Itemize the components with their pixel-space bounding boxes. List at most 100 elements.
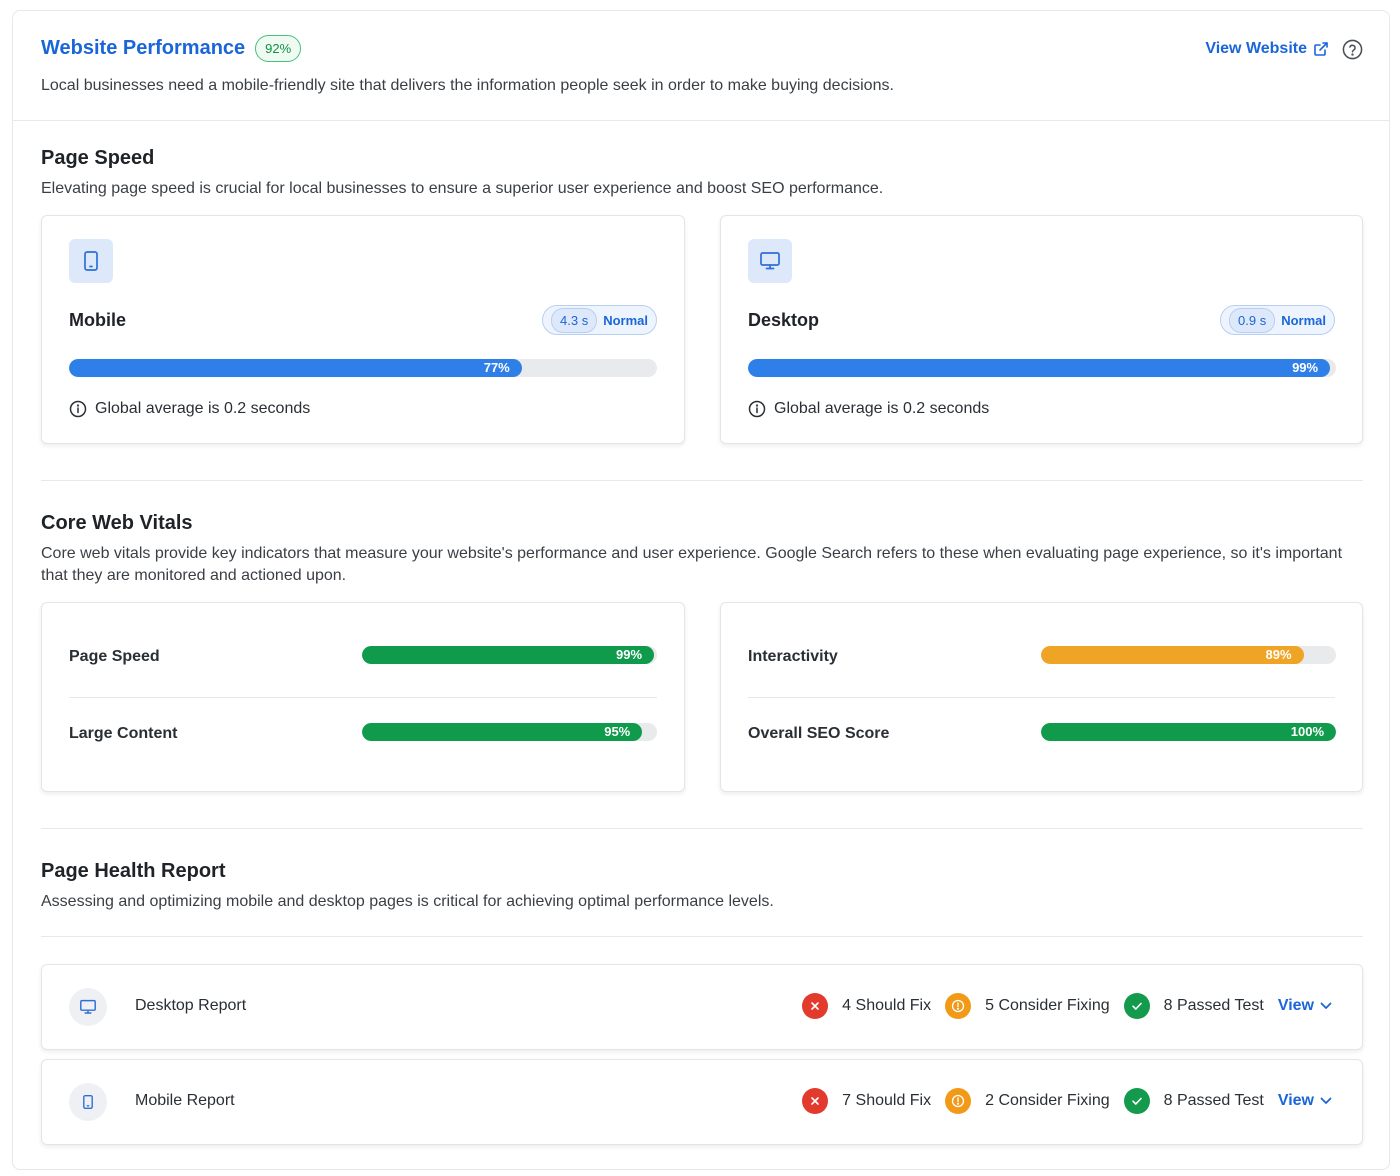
desktop-report-stats: 4 Should Fix 5 Consider Fixing 8 Passed …: [788, 993, 1332, 1019]
check-icon: [1123, 993, 1150, 1019]
page-speed-section: Page Speed Elevating page speed is cruci…: [41, 147, 1363, 200]
section-divider: [41, 480, 1363, 481]
consider-fixing-stat: 5 Consider Fixing: [945, 993, 1110, 1019]
vital-bar-fill: 89%: [1041, 646, 1304, 664]
error-x-icon: [802, 993, 829, 1019]
passed-test-count: 8 Passed Test: [1163, 1092, 1264, 1109]
vital-percent: 99%: [616, 647, 643, 662]
section-divider: [41, 936, 1363, 937]
website-performance-panel: Website Performance 92% Local businesses…: [12, 10, 1390, 1170]
vital-bar-fill: 95%: [362, 723, 643, 741]
page-health-section: Page Health Report Assessing and optimiz…: [41, 860, 1363, 913]
page-speed-title: Page Speed: [41, 147, 155, 169]
desktop-speed-bar: 99%: [748, 359, 1336, 377]
vital-percent: 89%: [1265, 647, 1292, 662]
mobile-phone-icon: [84, 251, 98, 271]
vitals-card-left: Page Speed 99% Large Content 95%: [41, 602, 685, 792]
mobile-speed-status: Normal: [603, 312, 648, 328]
mobile-speed-percent: 77%: [483, 360, 510, 375]
help-icon[interactable]: [1341, 38, 1363, 60]
passed-test-stat: 8 Passed Test: [1123, 993, 1264, 1019]
desktop-report-row: Desktop Report 4 Should Fix 5 Consider F…: [41, 964, 1363, 1050]
mobile-phone-icon: [83, 1095, 93, 1109]
passed-test-count: 8 Passed Test: [1163, 997, 1264, 1014]
vital-percent: 95%: [604, 724, 631, 739]
mobile-global-note: Global average is 0.2 seconds: [69, 400, 310, 418]
view-website-link[interactable]: View Website: [1205, 40, 1329, 58]
chevron-down-icon: [1320, 1097, 1332, 1104]
external-link-icon: [1314, 42, 1328, 56]
passed-test-stat: 8 Passed Test: [1123, 1088, 1264, 1114]
mobile-global-note-text: Global average is 0.2 seconds: [95, 400, 311, 417]
vital-row-large-content: Large Content 95%: [69, 697, 657, 774]
header-actions: View Website: [1205, 38, 1363, 60]
mobile-speed-card: Mobile 4.3 s Normal 77% Global average i…: [41, 215, 685, 444]
page-subtitle: Local businesses need a mobile-friendly …: [41, 77, 894, 94]
desktop-load-time: 0.9 s: [1229, 307, 1276, 333]
desktop-monitor-icon: [80, 999, 96, 1014]
mobile-load-time: 4.3 s: [551, 307, 598, 333]
vital-percent: 100%: [1290, 724, 1324, 739]
mobile-speed-bar-fill: 77%: [69, 359, 522, 377]
view-website-label: View Website: [1205, 40, 1307, 57]
vital-row-page-speed: Page Speed 99%: [69, 620, 657, 697]
core-web-vitals-description: Core web vitals provide key indicators t…: [41, 545, 1343, 584]
desktop-device-name: Desktop: [748, 310, 820, 330]
score-badge: 92%: [255, 35, 302, 62]
vital-bar: 99%: [362, 646, 657, 664]
view-label: View: [1277, 997, 1314, 1014]
mobile-icon-tile: [69, 239, 113, 283]
page-title: Website Performance: [41, 37, 246, 59]
vital-row-interactivity: Interactivity 89%: [748, 620, 1336, 697]
error-x-icon: [802, 1088, 829, 1114]
mobile-report-stats: 7 Should Fix 2 Consider Fixing 8 Passed …: [788, 1088, 1332, 1114]
should-fix-stat: 7 Should Fix: [802, 1088, 931, 1114]
info-icon: [69, 400, 87, 418]
vital-bar: 100%: [1041, 723, 1336, 741]
mobile-speed-bar: 77%: [69, 359, 657, 377]
desktop-speed-card: Desktop 0.9 s Normal 99% Global average …: [720, 215, 1363, 444]
page-health-description: Assessing and optimizing mobile and desk…: [41, 893, 774, 910]
mobile-report-row: Mobile Report 7 Should Fix 2 Consider Fi…: [41, 1059, 1363, 1145]
consider-fixing-count: 5 Consider Fixing: [985, 997, 1110, 1014]
should-fix-count: 4 Should Fix: [842, 997, 932, 1014]
vital-label: Page Speed: [69, 648, 160, 665]
vital-label: Overall SEO Score: [748, 725, 890, 742]
core-web-vitals-section: Core Web Vitals Core web vitals provide …: [41, 512, 1363, 587]
view-label: View: [1277, 1092, 1314, 1109]
desktop-speed-bar-fill: 99%: [748, 359, 1331, 377]
desktop-icon-tile: [748, 239, 792, 283]
desktop-report-icon: [69, 988, 107, 1026]
mobile-speed-pill: 4.3 s Normal: [542, 305, 657, 335]
warning-icon: [945, 1088, 972, 1114]
vital-bar-fill: 99%: [362, 646, 655, 664]
desktop-speed-status: Normal: [1281, 312, 1326, 328]
vital-bar: 95%: [362, 723, 657, 741]
desktop-report-name: Desktop Report: [135, 997, 247, 1014]
desktop-global-note: Global average is 0.2 seconds: [748, 400, 989, 418]
desktop-global-note-text: Global average is 0.2 seconds: [774, 400, 990, 417]
vitals-card-right: Interactivity 89% Overall SEO Score 100%: [720, 602, 1363, 792]
should-fix-stat: 4 Should Fix: [802, 993, 931, 1019]
vital-label: Large Content: [69, 725, 178, 742]
page-speed-description: Elevating page speed is crucial for loca…: [41, 180, 884, 197]
mobile-report-icon: [69, 1083, 107, 1121]
consider-fixing-count: 2 Consider Fixing: [985, 1092, 1110, 1109]
panel-header: Website Performance 92% Local businesses…: [13, 11, 1389, 121]
section-divider: [41, 828, 1363, 829]
vital-bar: 89%: [1041, 646, 1336, 664]
page-health-title: Page Health Report: [41, 860, 226, 882]
mobile-device-name: Mobile: [69, 310, 126, 330]
mobile-report-view-button[interactable]: View: [1278, 1092, 1332, 1110]
desktop-speed-percent: 99%: [1292, 360, 1319, 375]
desktop-speed-pill: 0.9 s Normal: [1220, 305, 1335, 335]
desktop-monitor-icon: [760, 252, 780, 270]
vital-label: Interactivity: [748, 648, 838, 665]
check-icon: [1123, 1088, 1150, 1114]
title-row: Website Performance 92%: [41, 35, 302, 62]
should-fix-count: 7 Should Fix: [842, 1092, 932, 1109]
core-web-vitals-title: Core Web Vitals: [41, 512, 193, 534]
consider-fixing-stat: 2 Consider Fixing: [945, 1088, 1110, 1114]
desktop-report-view-button[interactable]: View: [1278, 997, 1332, 1015]
chevron-down-icon: [1320, 1002, 1332, 1009]
